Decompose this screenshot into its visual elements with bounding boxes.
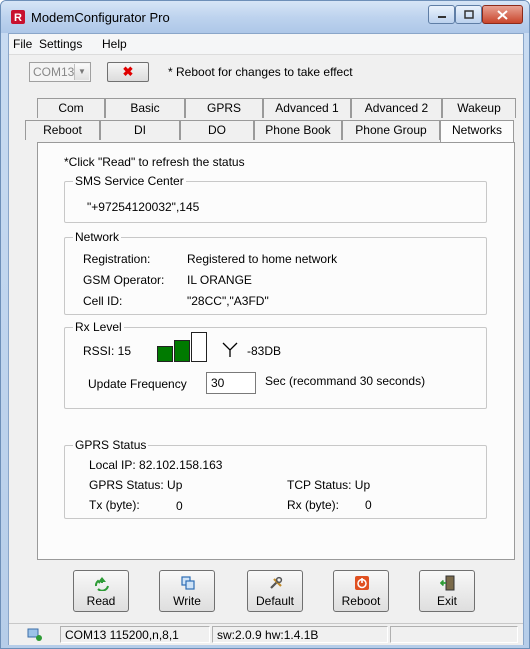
close-button[interactable] [482, 5, 523, 24]
read-button[interactable]: Read [73, 570, 129, 612]
maximize-button[interactable] [455, 5, 482, 24]
rx-bytes-label: Rx (byte): [287, 498, 340, 512]
gprs-status-legend: GPRS Status [73, 438, 149, 452]
chevron-down-icon[interactable]: ▼ [74, 64, 89, 80]
gsm-operator-label: GSM Operator: [83, 273, 165, 287]
tab-do[interactable]: DO [180, 120, 254, 140]
window-title: ModemConfigurator Pro [31, 10, 170, 25]
antenna-icon [222, 342, 238, 357]
minimize-button[interactable] [428, 5, 455, 24]
sms-service-center-value: "+97254120032",145 [87, 200, 200, 214]
signal-db-value: -83DB [247, 344, 282, 358]
network-group: Network Registration: Registered to home… [64, 230, 487, 315]
power-icon [355, 576, 369, 590]
toolbar: COM13 ▼ ✖ * Reboot for changes to take e… [9, 56, 523, 86]
tab-reboot[interactable]: Reboot [25, 120, 100, 140]
write-button-label: Write [173, 594, 201, 608]
tab-com[interactable]: Com [37, 98, 105, 118]
tcp-status-value: TCP Status: Up [287, 478, 371, 492]
rx-bytes-value: 0 [365, 498, 372, 512]
tab-phone-book[interactable]: Phone Book [254, 120, 342, 140]
update-frequency-input[interactable] [206, 372, 256, 394]
app-window: R ModemConfigurator Pro File Settings He… [0, 0, 530, 649]
network-status-icon [27, 628, 42, 641]
sms-service-center-legend: SMS Service Center [73, 174, 186, 188]
tab-networks[interactable]: Networks [440, 120, 514, 142]
update-frequency-label: Update Frequency [88, 377, 187, 391]
gsm-operator-value: IL ORANGE [187, 273, 252, 287]
signal-bar [191, 332, 207, 362]
read-button-label: Read [86, 594, 116, 608]
signal-bar [174, 340, 190, 362]
tab-basic[interactable]: Basic [105, 98, 185, 118]
menu-help[interactable]: Help [102, 37, 127, 51]
networks-panel: *Click "Read" to refresh the status SMS … [37, 142, 515, 560]
exit-button[interactable]: Exit [419, 570, 475, 612]
tab-wakeup[interactable]: Wakeup [442, 98, 516, 118]
close-icon [497, 9, 508, 20]
exit-button-label: Exit [436, 594, 457, 608]
cancel-button[interactable]: ✖ [107, 62, 149, 82]
write-button[interactable]: Write [159, 570, 215, 612]
refresh-hint: *Click "Read" to refresh the status [64, 155, 245, 169]
gprs-status-value: GPRS Status: Up [89, 478, 183, 492]
maximize-icon [463, 10, 474, 19]
network-legend: Network [73, 230, 122, 244]
port-select[interactable]: COM13 ▼ [29, 62, 91, 82]
minimize-icon [437, 15, 446, 18]
rssi-label: RSSI: 15 [83, 344, 132, 358]
signal-strength-meter [157, 332, 211, 362]
tab-advanced-1[interactable]: Advanced 1 [263, 98, 351, 118]
copy-icon [181, 576, 195, 590]
version-status: sw:2.0.9 hw:1.4.1B [212, 626, 388, 643]
registration-label: Registration: [83, 252, 151, 266]
tx-bytes-label: Tx (byte): [89, 498, 140, 512]
menu-file[interactable]: File [13, 37, 32, 51]
reboot-button-label: Reboot [341, 594, 381, 608]
rx-level-legend: Rx Level [73, 320, 124, 334]
tab-gprs[interactable]: GPRS [185, 98, 263, 118]
connection-status: COM13 115200,n,8,1 [60, 626, 210, 643]
svg-text:R: R [14, 12, 22, 24]
app-logo-icon: R [11, 10, 25, 24]
cell-id-label: Cell ID: [83, 294, 123, 308]
menu-settings[interactable]: Settings [39, 37, 82, 51]
cancel-icon: ✖ [122, 64, 134, 79]
recycle-icon [95, 577, 109, 591]
menu-bar: File Settings Help [9, 34, 523, 55]
tx-bytes-value: 0 [176, 499, 183, 513]
port-select-value: COM13 [33, 65, 75, 79]
gprs-status-group: GPRS Status Local IP: 82.102.158.163 GPR… [64, 438, 487, 519]
sms-service-center-group: SMS Service Center "+97254120032",145 [64, 174, 487, 223]
tab-phone-group[interactable]: Phone Group [342, 120, 440, 140]
client-area: File Settings Help COM13 ▼ ✖ * Reboot fo… [8, 33, 524, 645]
tab-advanced-2[interactable]: Advanced 2 [351, 98, 442, 118]
exit-door-icon [440, 575, 455, 591]
tab-strip: Com Basic GPRS Advanced 1 Advanced 2 Wak… [25, 98, 517, 142]
reboot-button[interactable]: Reboot [333, 570, 389, 612]
registration-value: Registered to home network [187, 252, 338, 266]
title-bar[interactable]: R ModemConfigurator Pro [1, 1, 529, 33]
rx-level-group: Rx Level RSSI: 15 -83DB Update Frequency… [64, 320, 487, 409]
reboot-note: * Reboot for changes to take effect [168, 65, 353, 79]
status-spare-cell [390, 626, 518, 643]
default-button-label: Default [255, 594, 295, 608]
tools-icon [270, 576, 283, 589]
update-frequency-note: Sec (recommand 30 seconds) [265, 374, 426, 388]
local-ip-value: Local IP: 82.102.158.163 [89, 458, 223, 472]
signal-bar [157, 346, 173, 362]
tab-di[interactable]: DI [100, 120, 180, 140]
cell-id-value: "28CC","A3FD" [187, 294, 269, 308]
status-bar: COM13 115200,n,8,1 sw:2.0.9 hw:1.4.1B [9, 623, 523, 645]
default-button[interactable]: Default [247, 570, 303, 612]
